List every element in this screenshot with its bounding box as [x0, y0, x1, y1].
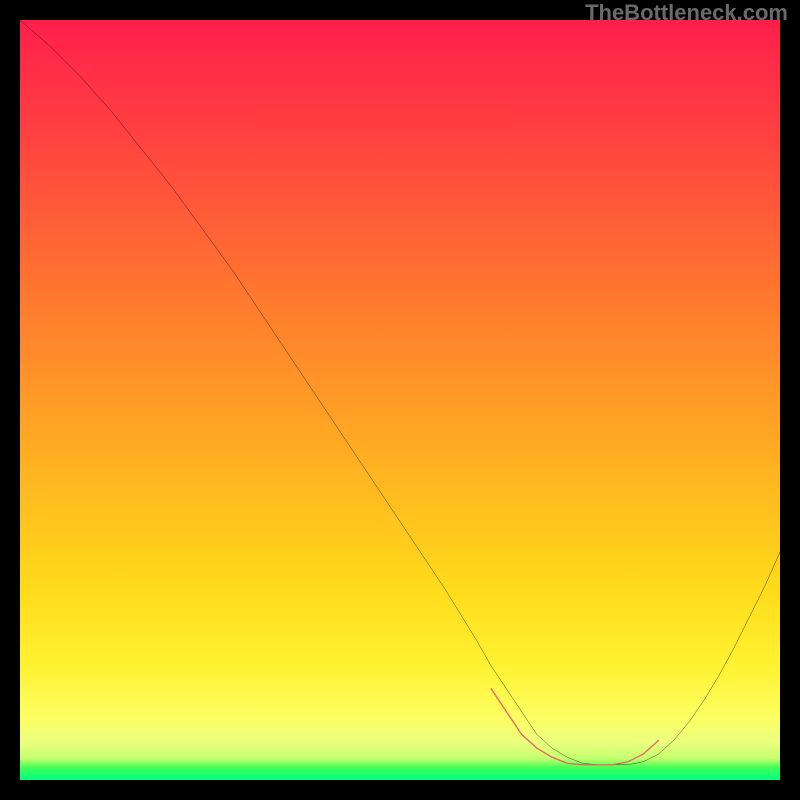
watermark-label: TheBottleneck.com: [585, 0, 788, 26]
plot-area: [20, 20, 780, 780]
chart-frame: TheBottleneck.com: [0, 0, 800, 800]
bottleneck-curve: [20, 20, 780, 765]
valley-highlight: [491, 689, 658, 765]
curve-layer: [20, 20, 780, 780]
